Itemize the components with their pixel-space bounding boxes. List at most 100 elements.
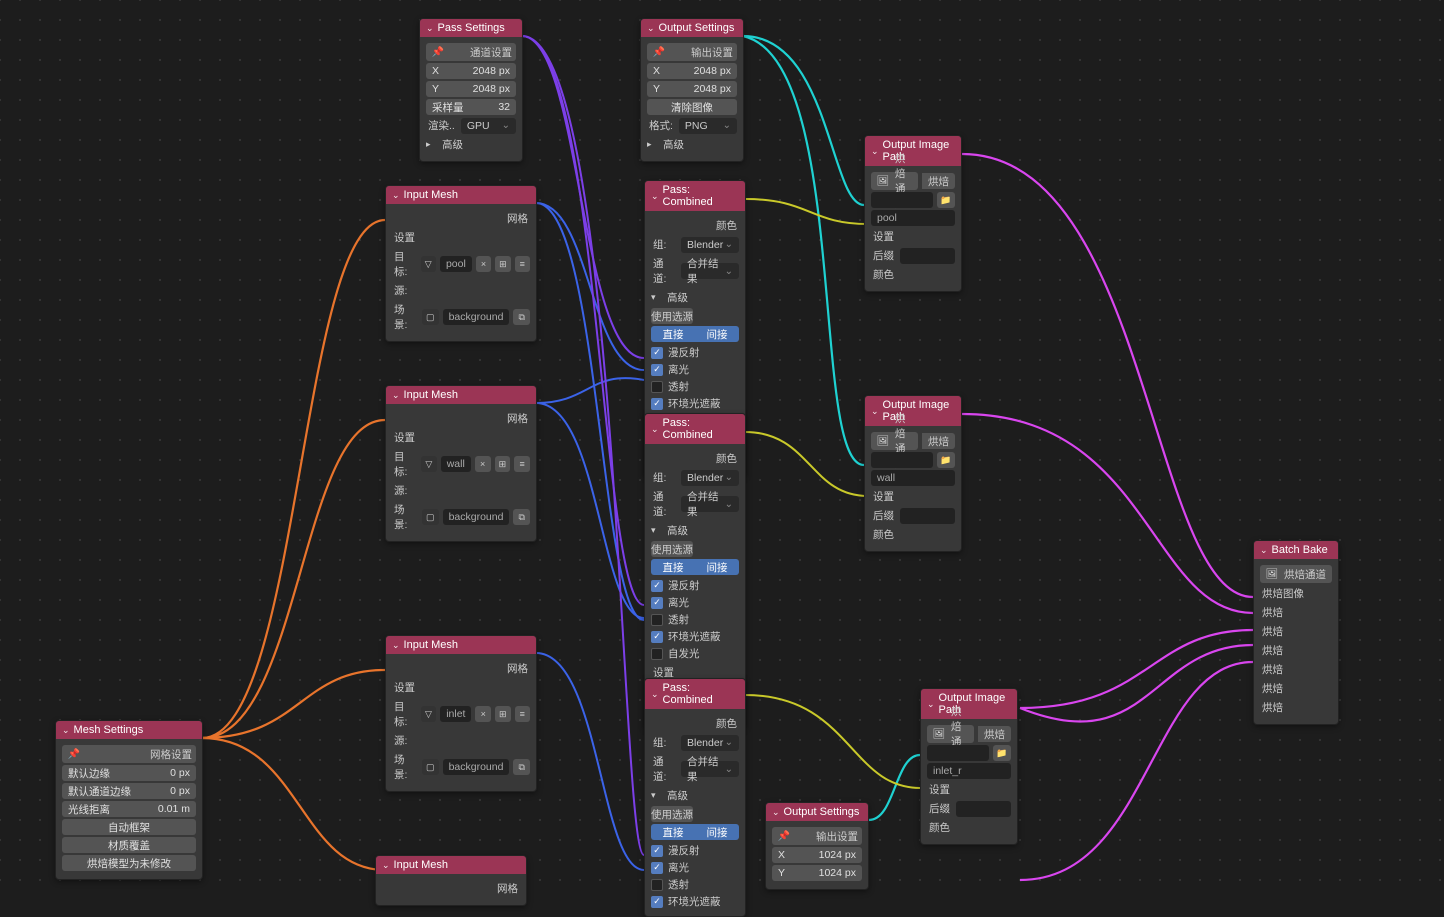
triangle-down-icon[interactable]: ▾: [651, 790, 661, 801]
copy-icon[interactable]: ⧉: [513, 509, 530, 525]
samples-field[interactable]: 采样量32: [426, 99, 516, 115]
node-output-image-path-3[interactable]: ⌄Output Image Path 🖼烘焙通道烘焙 📁 inlet_r 设置 …: [920, 688, 1018, 845]
ao-check[interactable]: ✓环境光遮蔽: [651, 893, 739, 910]
node-header[interactable]: ⌄Batch Bake: [1254, 541, 1338, 559]
pin-icon[interactable]: 📌: [66, 747, 82, 761]
target-field[interactable]: wall: [441, 456, 471, 472]
diffuse-check[interactable]: ✓漫反射: [651, 842, 739, 859]
grid-icon[interactable]: ⊞: [495, 706, 511, 722]
use-source-button[interactable]: 使用选源: [651, 806, 693, 822]
diffuse-check[interactable]: ✓漫反射: [651, 577, 739, 594]
mesh-icon[interactable]: ▽: [421, 456, 437, 472]
scene-icon[interactable]: ▢: [422, 759, 439, 775]
list-icon[interactable]: ≡: [515, 706, 531, 722]
render-dropdown[interactable]: GPU: [461, 118, 516, 134]
node-output-image-path-1[interactable]: ⌄Output Image Path 🖼烘焙通道烘焙 📁 pool 设置 后缀 …: [864, 135, 962, 292]
x-icon[interactable]: ×: [475, 706, 491, 722]
node-header[interactable]: ⌄Output Settings: [641, 19, 743, 37]
node-header[interactable]: ⌄Pass: Combined: [645, 414, 745, 444]
name-field[interactable]: pool: [871, 210, 955, 226]
node-output-settings[interactable]: ⌄Output Settings 📌输出设置 X2048 px Y2048 px…: [640, 18, 744, 162]
node-input-mesh-4[interactable]: ⌄Input Mesh 网格: [375, 855, 527, 906]
grid-icon[interactable]: ⊞: [495, 256, 510, 272]
bake-button[interactable]: 烘焙: [922, 433, 955, 449]
indirect-button[interactable]: 间接: [695, 824, 739, 840]
node-input-mesh-3[interactable]: ⌄Input Mesh 网格 设置 目标:▽inlet×⊞≡ 源: 场景:▢ba…: [385, 635, 537, 792]
node-input-mesh-1[interactable]: ⌄Input Mesh 网格 设置 目标:▽pool×⊞≡ 源: 场景:▢bac…: [385, 185, 537, 342]
clear-image-toggle[interactable]: 清除图像: [647, 99, 737, 115]
direct-button[interactable]: 直接: [651, 326, 695, 342]
direct-button[interactable]: 直接: [651, 559, 695, 575]
bake-button[interactable]: 烘焙: [978, 726, 1011, 742]
folder-icon[interactable]: 📁: [993, 745, 1011, 761]
triangle-right-icon[interactable]: ▸: [647, 139, 657, 150]
image-icon[interactable]: 🖼: [1264, 567, 1280, 581]
group-dropdown[interactable]: Blender: [681, 470, 739, 486]
y-field[interactable]: Y1024 px: [772, 865, 862, 881]
list-icon[interactable]: ≡: [514, 456, 530, 472]
ao-check[interactable]: ✓环境光遮蔽: [651, 628, 739, 645]
image-icon[interactable]: 🖼: [875, 434, 891, 448]
auto-cage-toggle[interactable]: 自动框架: [62, 819, 196, 835]
path-field[interactable]: [871, 192, 933, 208]
triangle-down-icon[interactable]: ▾: [651, 292, 661, 303]
node-header[interactable]: ⌄Input Mesh: [386, 636, 536, 654]
grid-icon[interactable]: ⊞: [495, 456, 511, 472]
scene-icon[interactable]: ▢: [422, 509, 439, 525]
copy-icon[interactable]: ⧉: [513, 759, 530, 775]
indirect-button[interactable]: 间接: [695, 326, 739, 342]
node-header[interactable]: ⌄Input Mesh: [386, 186, 536, 204]
name-field[interactable]: wall: [871, 470, 955, 486]
target-field[interactable]: pool: [440, 256, 472, 272]
scene-field[interactable]: background: [443, 309, 510, 325]
x-field[interactable]: X2048 px: [426, 63, 516, 79]
x-icon[interactable]: ×: [475, 456, 491, 472]
bake-no-modify-toggle[interactable]: 烘焙模型为未修改: [62, 855, 196, 871]
node-header[interactable]: ⌄Mesh Settings: [56, 721, 202, 739]
group-dropdown[interactable]: Blender: [681, 237, 739, 253]
material-override-toggle[interactable]: 材质覆盖: [62, 837, 196, 853]
node-mesh-settings[interactable]: ⌄Mesh Settings 📌网格设置 默认边缘0 px 默认通道边缘0 px…: [55, 720, 203, 880]
diffuse-check[interactable]: ✓漫反射: [651, 344, 739, 361]
direct-button[interactable]: 直接: [651, 824, 695, 840]
mesh-icon[interactable]: ▽: [421, 706, 437, 722]
channel-dropdown[interactable]: 合并结果: [681, 496, 739, 512]
x-icon[interactable]: ×: [476, 256, 491, 272]
transmission-check[interactable]: 透射: [651, 876, 739, 893]
node-pass-settings[interactable]: ⌄Pass Settings 📌通道设置 X2048 px Y2048 px 采…: [419, 18, 523, 162]
channel-dropdown[interactable]: 合并结果: [681, 761, 739, 777]
image-icon[interactable]: 🖼: [931, 727, 947, 741]
pin-icon[interactable]: 📌: [651, 45, 667, 59]
path-field[interactable]: [871, 452, 933, 468]
use-source-button[interactable]: 使用选源: [651, 541, 693, 557]
glossy-check[interactable]: ✓离光: [651, 361, 739, 378]
channel-dropdown[interactable]: 合并结果: [681, 263, 739, 279]
node-pass-combined-3[interactable]: ⌄Pass: Combined 颜色 组:Blender 通道:合并结果 ▾高级…: [644, 678, 746, 917]
node-header[interactable]: ⌄Input Mesh: [376, 856, 526, 874]
use-source-button[interactable]: 使用选源: [651, 308, 693, 324]
folder-icon[interactable]: 📁: [937, 192, 955, 208]
node-header[interactable]: ⌄Pass: Combined: [645, 181, 745, 211]
scene-field[interactable]: background: [443, 509, 510, 525]
node-header[interactable]: ⌄Pass Settings: [420, 19, 522, 37]
emit-check[interactable]: 自发光: [651, 645, 739, 662]
folder-icon[interactable]: 📁: [937, 452, 955, 468]
node-output-image-path-2[interactable]: ⌄Output Image Path 🖼烘焙通道烘焙 📁 wall 设置 后缀 …: [864, 395, 962, 552]
list-icon[interactable]: ≡: [515, 256, 530, 272]
bake-button[interactable]: 烘焙: [922, 173, 955, 189]
pin-icon[interactable]: 📌: [430, 45, 446, 59]
glossy-check[interactable]: ✓离光: [651, 859, 739, 876]
x-field[interactable]: X2048 px: [647, 63, 737, 79]
x-field[interactable]: X1024 px: [772, 847, 862, 863]
y-field[interactable]: Y2048 px: [426, 81, 516, 97]
node-batch-bake[interactable]: ⌄Batch Bake 🖼烘焙通道 烘焙图像 烘焙 烘焙 烘焙 烘焙 烘焙 烘焙: [1253, 540, 1339, 725]
path-field[interactable]: [927, 745, 989, 761]
format-dropdown[interactable]: PNG: [679, 118, 737, 134]
y-field[interactable]: Y2048 px: [647, 81, 737, 97]
triangle-down-icon[interactable]: ▾: [651, 525, 661, 536]
node-header[interactable]: ⌄Pass: Combined: [645, 679, 745, 709]
name-field[interactable]: inlet_r: [927, 763, 1011, 779]
scene-icon[interactable]: ▢: [422, 309, 439, 325]
node-header[interactable]: ⌄Input Mesh: [386, 386, 536, 404]
target-field[interactable]: inlet: [440, 706, 471, 722]
